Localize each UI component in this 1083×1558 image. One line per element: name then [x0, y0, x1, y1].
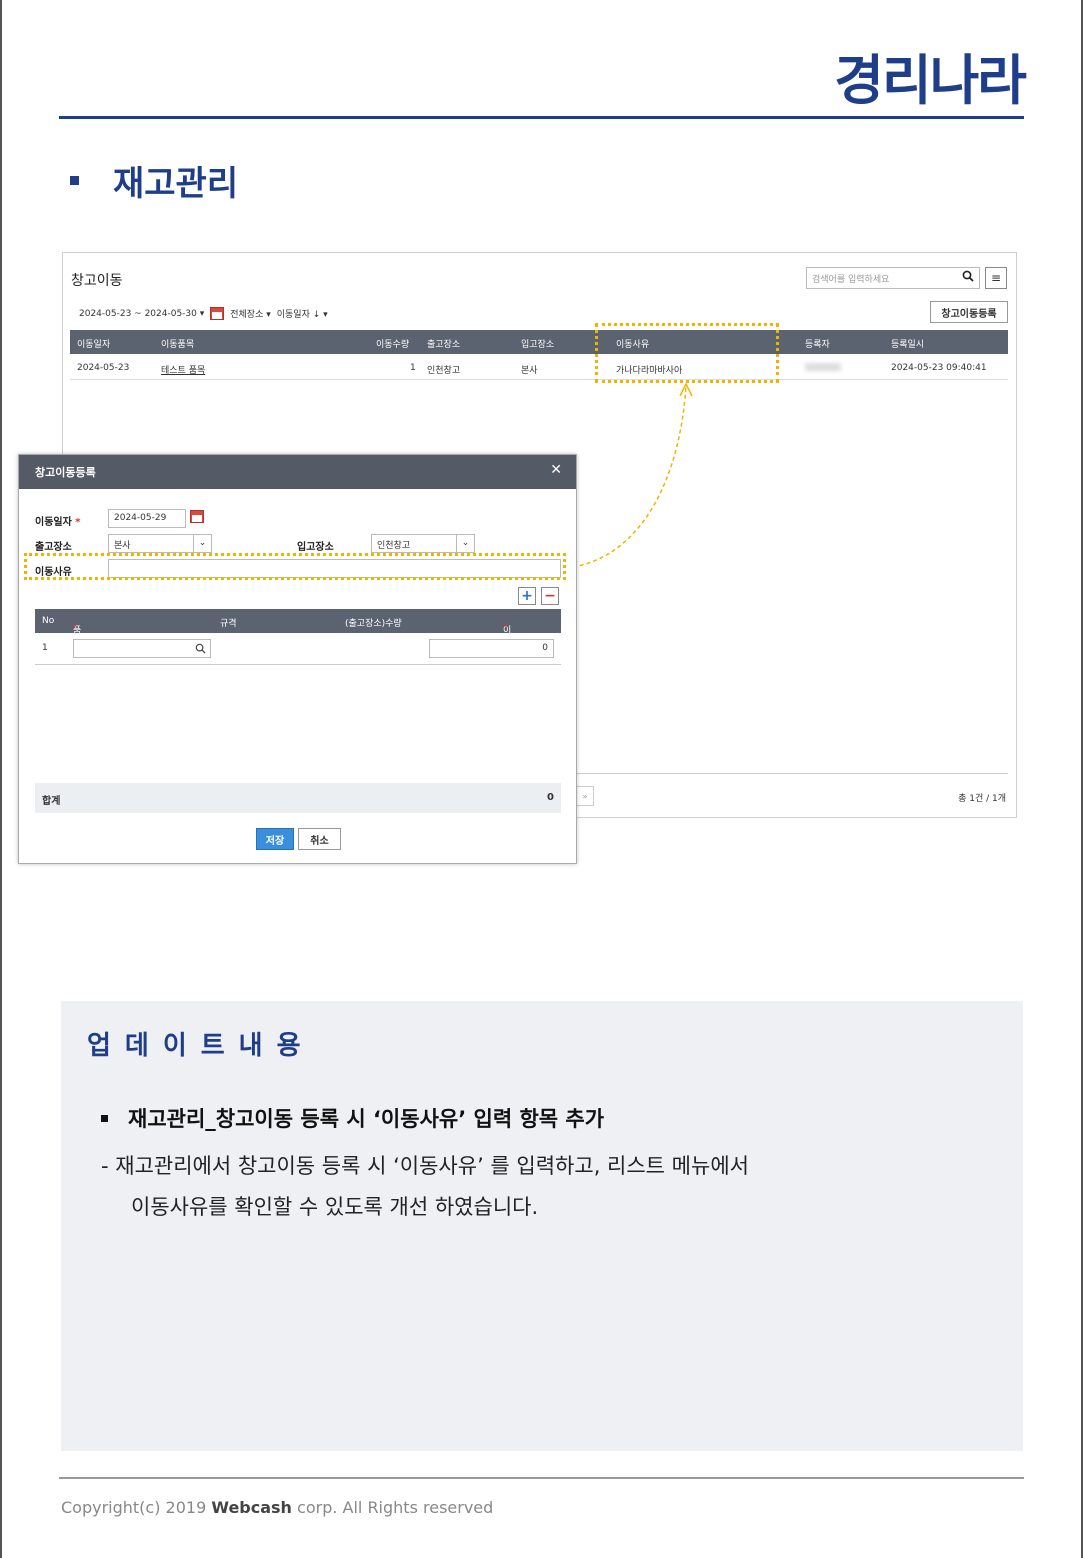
row-no: 1: [42, 643, 48, 653]
bullet-square-icon: [101, 1114, 108, 1122]
reason-field-highlight: [24, 553, 566, 580]
sum-row: 합계 0: [35, 783, 561, 813]
save-button[interactable]: 저장: [256, 828, 294, 850]
item-row: 1 0: [35, 633, 561, 665]
update-desc-line1: - 재고관리에서 창고이동 등록 시 ‘이동사유’ 를 입력하고, 리스트 메뉴…: [101, 1154, 749, 1178]
chevron-down-icon: ⌄: [193, 535, 211, 552]
footer-divider: [59, 1477, 1024, 1479]
remove-row-button[interactable]: −: [541, 587, 559, 605]
dialog-header: 창고이동등록 ✕: [19, 455, 576, 489]
dialog-title: 창고이동등록: [35, 466, 96, 479]
item-search-input[interactable]: [73, 639, 211, 658]
from-select[interactable]: 본사 ⌄: [108, 534, 212, 553]
required-mark: *: [75, 517, 81, 528]
reason-column-highlight: [595, 323, 779, 383]
chevron-down-icon: ⌄: [456, 535, 474, 552]
update-info-box: 업데이트내용 재고관리_창고이동 등록 시 ‘이동사유’ 입력 항목 추가 - …: [61, 1001, 1023, 1451]
sum-value: 0: [547, 792, 554, 803]
required-mark: *: [73, 623, 78, 633]
to-select-value: 인천창고: [377, 541, 411, 551]
from-select-value: 본사: [114, 541, 131, 551]
date-label-text: 이동일자: [35, 517, 72, 528]
date-input[interactable]: 2024-05-29: [108, 509, 186, 528]
date-label: 이동일자 *: [35, 513, 81, 528]
update-headline-text: 재고관리_창고이동 등록 시 ‘이동사유’ 입력 항목 추가: [128, 1107, 605, 1131]
cancel-button[interactable]: 취소: [298, 828, 341, 850]
update-desc-line2: 이동사유를 확인할 수 있도록 개선 하였습니다.: [131, 1195, 539, 1219]
copyright-prefix: Copyright(c) 2019: [61, 1498, 212, 1517]
copyright-brand: Webcash: [211, 1498, 292, 1517]
col-spec: 규격: [220, 619, 237, 629]
transfer-register-dialog: 창고이동등록 ✕ 이동일자 * 2024-05-29 출고장소 본사 ⌄ 입고장…: [18, 454, 577, 864]
update-headline: 재고관리_창고이동 등록 시 ‘이동사유’ 입력 항목 추가: [101, 1103, 604, 1133]
copyright-suffix: corp. All Rights reserved: [291, 1498, 494, 1517]
required-mark: *: [503, 623, 508, 633]
from-label: 출고장소: [35, 542, 72, 553]
copyright: Copyright(c) 2019 Webcash corp. All Righ…: [61, 1498, 493, 1517]
close-icon[interactable]: ✕: [550, 462, 562, 478]
search-icon[interactable]: [195, 643, 206, 654]
col-no: No: [42, 616, 55, 626]
to-select[interactable]: 인천창고 ⌄: [371, 534, 475, 553]
to-label: 입고장소: [297, 542, 334, 553]
calendar-icon[interactable]: [190, 510, 204, 523]
sum-label: 합계: [42, 796, 61, 807]
col-stock: (출고장소)수량: [345, 619, 402, 629]
move-qty-input[interactable]: 0: [429, 639, 554, 658]
update-title: 업데이트내용: [87, 1031, 315, 1061]
add-row-button[interactable]: +: [518, 587, 536, 605]
item-table-header: No 품목 * 규격 (출고장소)수량 이동수량 *: [35, 609, 561, 675]
